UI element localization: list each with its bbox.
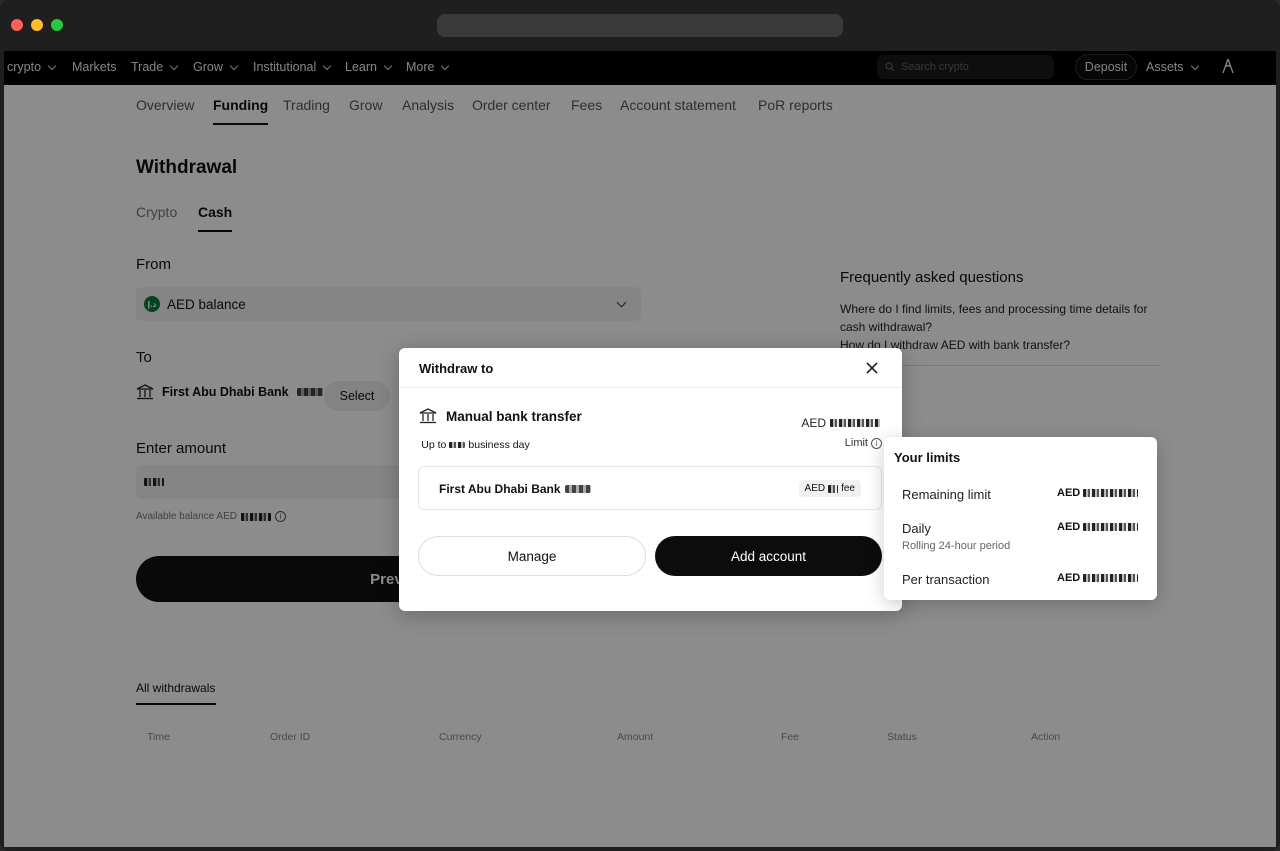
limits-title: Your limits [894,450,961,465]
bank-account-option[interactable]: First Abu Dhabi Bank AED fee [418,466,882,510]
limit-label: Remaining limit [902,487,991,502]
redacted-text [1083,489,1139,497]
bank-icon [419,408,437,424]
maximize-window-button[interactable] [51,19,63,31]
withdraw-to-modal: Withdraw to Manual bank transfer AED Lim… [399,348,902,611]
browser-window: crypto Markets Trade Grow Institutional … [0,0,1280,851]
method-balance: AED [801,416,880,430]
add-account-button[interactable]: Add account [655,536,882,576]
fee-badge: AED fee [798,480,861,497]
limit-value: AED [1057,487,1139,499]
modal-title: Withdraw to [419,361,494,376]
page: crypto Markets Trade Grow Institutional … [4,51,1276,847]
title-bar [0,0,1280,51]
close-icon[interactable] [864,360,880,376]
manage-button[interactable]: Manage [418,536,646,576]
redacted-text [828,484,839,493]
close-window-button[interactable] [11,19,23,31]
limit-label: Per transaction [902,572,990,587]
redacted-text [449,441,466,448]
limit-link[interactable]: Limit i [845,437,882,449]
address-bar[interactable] [437,14,843,37]
redacted-text [830,419,880,427]
modal-header: Withdraw to [399,348,902,388]
limit-value: AED [1057,521,1139,533]
redacted-text [564,485,591,493]
processing-time-badge: Up to business day [415,431,536,458]
withdraw-method: Manual bank transfer [419,408,582,424]
limit-label: Daily [902,521,931,536]
redacted-text [1083,523,1139,531]
bank-account-name: First Abu Dhabi Bank [439,482,591,496]
limit-sublabel: Rolling 24-hour period [902,540,1011,552]
redacted-text [1083,574,1139,582]
minimize-window-button[interactable] [31,19,43,31]
limits-popover: Your limits Remaining limit AED Daily Ro… [884,437,1157,600]
limit-value: AED [1057,572,1139,584]
info-icon: i [871,437,882,449]
